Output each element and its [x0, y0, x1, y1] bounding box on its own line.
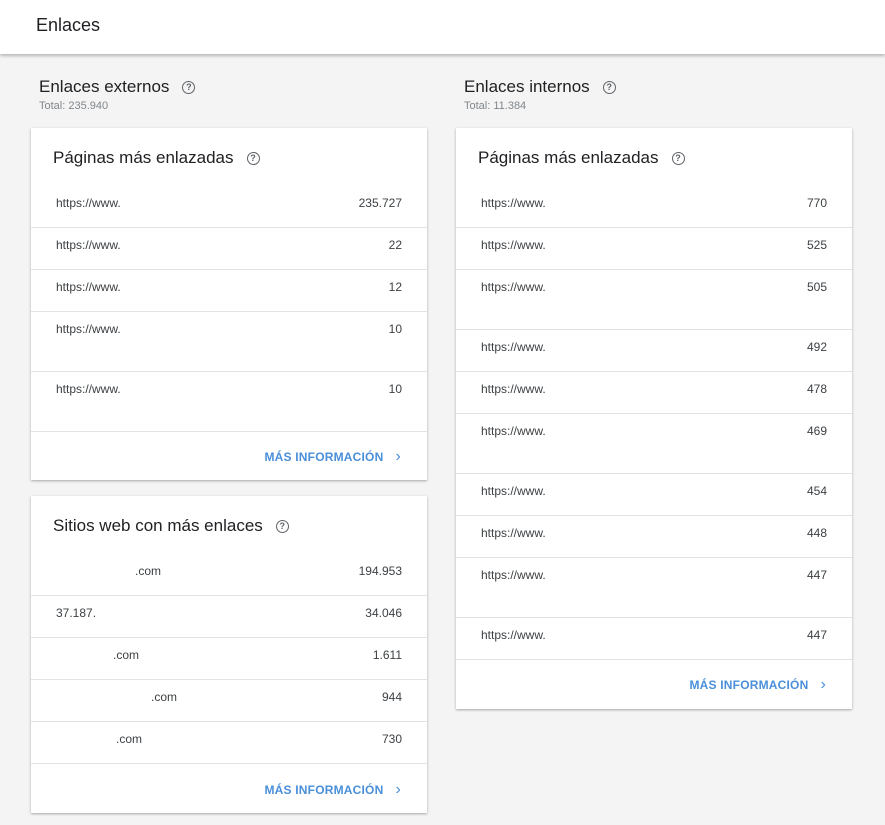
external-top-pages-card: Páginas más enlazadas? https://www. 235.… — [31, 128, 427, 480]
link-count: 10 — [388, 382, 402, 396]
link-count: 448 — [806, 526, 827, 540]
help-icon[interactable]: ? — [671, 151, 685, 165]
table-row[interactable]: https://www. 770 — [456, 186, 852, 228]
site-domain[interactable]: .com — [113, 648, 139, 662]
table-row[interactable]: https://www. 22 — [31, 228, 427, 270]
site-domain[interactable]: 37.187. — [56, 606, 96, 620]
table-row[interactable]: https://www. 469 — [456, 414, 852, 474]
table-row[interactable]: https://www. 12 — [31, 270, 427, 312]
card-title: Sitios web con más enlaces — [53, 516, 263, 535]
table-row[interactable]: https://www. 235.727 — [31, 186, 427, 228]
page-url[interactable]: https://www. — [56, 196, 121, 210]
chevron-right-icon: › — [820, 676, 826, 693]
more-info-label: MÁS INFORMACIÓN — [264, 783, 384, 797]
table-row[interactable]: https://www. 447 — [456, 558, 852, 618]
external-links-total: Total: 235.940 — [39, 100, 109, 112]
link-count: 770 — [806, 196, 827, 210]
page-url[interactable]: https://www. — [481, 280, 546, 294]
link-count: 12 — [388, 280, 402, 294]
external-links-title: Enlaces externos — [39, 77, 170, 96]
table-row[interactable]: 37.187. 34.046 — [31, 596, 427, 638]
table-row[interactable]: https://www. 10 — [31, 312, 427, 372]
link-count: 194.953 — [358, 564, 402, 578]
link-count: 944 — [381, 690, 402, 704]
link-count: 447 — [806, 568, 827, 582]
site-domain[interactable]: .com — [151, 690, 177, 704]
table-row[interactable]: .com 944 — [31, 680, 427, 722]
link-count: 492 — [806, 340, 827, 354]
link-count: 22 — [388, 238, 402, 252]
page-url[interactable]: https://www. — [481, 382, 546, 396]
internal-links-title: Enlaces internos — [464, 77, 590, 96]
table-row[interactable]: https://www. 525 — [456, 228, 852, 270]
page-url[interactable]: https://www. — [481, 196, 546, 210]
table-row[interactable]: https://www. 505 — [456, 270, 852, 330]
card-title: Páginas más enlazadas — [53, 148, 234, 167]
link-count: 34.046 — [365, 606, 402, 620]
table-row[interactable]: .com 194.953 — [31, 554, 427, 596]
site-domain[interactable]: .com — [116, 732, 142, 746]
link-count: 730 — [381, 732, 402, 746]
page-title: Enlaces — [36, 15, 101, 35]
more-info-button[interactable]: MÁS INFORMACIÓN › — [689, 676, 826, 694]
table-row[interactable]: https://www. 492 — [456, 330, 852, 372]
page-url[interactable]: https://www. — [481, 238, 546, 252]
internal-links-total: Total: 11.384 — [464, 100, 527, 112]
page-url[interactable]: https://www. — [56, 280, 121, 294]
link-count: 235.727 — [358, 196, 402, 210]
table-row[interactable]: https://www. 447 — [456, 618, 852, 660]
table-row[interactable]: .com 1.611 — [31, 638, 427, 680]
page-url[interactable]: https://www. — [56, 382, 121, 396]
external-top-sites-card: Sitios web con más enlaces? .com 194.953… — [31, 496, 427, 813]
more-info-label: MÁS INFORMACIÓN — [689, 678, 809, 692]
site-domain[interactable]: .com — [135, 564, 161, 578]
page-url[interactable]: https://www. — [481, 340, 546, 354]
card-title: Páginas más enlazadas — [478, 148, 659, 167]
page-url[interactable]: https://www. — [56, 322, 121, 336]
external-links-header: Enlaces externos? Total: 235.940 — [39, 77, 196, 112]
chevron-right-icon: › — [395, 781, 401, 798]
chevron-right-icon: › — [395, 448, 401, 465]
page-url[interactable]: https://www. — [481, 526, 546, 540]
page-url[interactable]: https://www. — [56, 238, 121, 252]
more-info-button[interactable]: MÁS INFORMACIÓN › — [264, 448, 401, 466]
more-info-label: MÁS INFORMACIÓN — [264, 450, 384, 464]
page-url[interactable]: https://www. — [481, 484, 546, 498]
table-row[interactable]: .com 730 — [31, 722, 427, 764]
internal-links-header: Enlaces internos? Total: 11.384 — [464, 77, 616, 112]
more-info-button[interactable]: MÁS INFORMACIÓN › — [264, 781, 401, 799]
internal-top-pages-card: Páginas más enlazadas? https://www. 770 … — [456, 128, 852, 709]
page-url[interactable]: https://www. — [481, 424, 546, 438]
link-count: 525 — [806, 238, 827, 252]
help-icon[interactable]: ? — [182, 80, 196, 94]
link-count: 10 — [388, 322, 402, 336]
link-count: 478 — [806, 382, 827, 396]
link-count: 1.611 — [372, 648, 402, 662]
help-icon[interactable]: ? — [275, 519, 289, 533]
page-url[interactable]: https://www. — [481, 628, 546, 642]
table-row[interactable]: https://www. 454 — [456, 474, 852, 516]
table-row[interactable]: https://www. 10 — [31, 372, 427, 432]
table-row[interactable]: https://www. 478 — [456, 372, 852, 414]
link-count: 454 — [806, 484, 827, 498]
table-row[interactable]: https://www. 448 — [456, 516, 852, 558]
help-icon[interactable]: ? — [602, 80, 616, 94]
help-icon[interactable]: ? — [246, 151, 260, 165]
link-count: 469 — [806, 424, 827, 438]
page-url[interactable]: https://www. — [481, 568, 546, 582]
top-bar: Enlaces — [0, 0, 885, 54]
link-count: 447 — [806, 628, 827, 642]
link-count: 505 — [806, 280, 827, 294]
